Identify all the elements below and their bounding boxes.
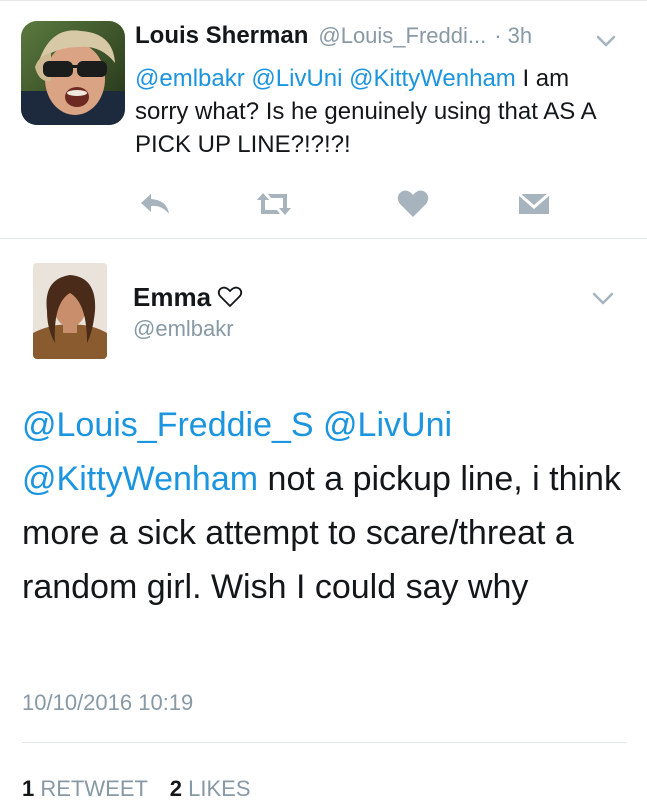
tweet-stats: 1 RETWEET 2 LIKES bbox=[22, 776, 251, 802]
tweet-timestamp[interactable]: 10/10/2016 10:19 bbox=[22, 690, 193, 716]
chevron-down-icon[interactable] bbox=[590, 287, 616, 309]
tweet-header: Louis Sherman @Louis_Freddi... · 3h bbox=[135, 22, 625, 60]
retweet-count: 1 bbox=[22, 776, 35, 801]
like-stat[interactable]: 2 LIKES bbox=[170, 776, 251, 801]
mention-link[interactable]: @KittyWenham bbox=[22, 460, 258, 498]
mention-link[interactable]: @KittyWenham bbox=[349, 65, 516, 92]
tweet-actions bbox=[0, 188, 647, 220]
mention-link[interactable]: @LivUni bbox=[251, 65, 342, 92]
tweet-text: @Louis_Freddie_S @LivUni @KittyWenham no… bbox=[22, 398, 627, 614]
author-name[interactable]: Emma bbox=[133, 282, 211, 313]
author-name[interactable]: Louis Sherman bbox=[135, 22, 308, 50]
avatar-louis[interactable] bbox=[21, 21, 125, 125]
retweet-stat[interactable]: 1 RETWEET bbox=[22, 776, 154, 801]
author-handle[interactable]: @Louis_Freddi... bbox=[318, 23, 486, 49]
author-name-row: Emma bbox=[133, 280, 243, 314]
like-count: 2 bbox=[169, 776, 183, 801]
avatar-emma[interactable] bbox=[33, 263, 107, 359]
author-handle[interactable]: @emlbakr bbox=[133, 316, 234, 342]
heart-outline-icon bbox=[217, 286, 243, 308]
like-label: LIKES bbox=[188, 776, 251, 801]
mention-link[interactable]: @emlbakr bbox=[135, 65, 245, 92]
tweet-time[interactable]: · 3h bbox=[494, 23, 532, 49]
mention-link[interactable]: @LivUni bbox=[323, 406, 452, 444]
mention-link[interactable]: @Louis_Freddie_S bbox=[22, 406, 314, 444]
chevron-down-icon[interactable] bbox=[594, 31, 618, 51]
direct-message-icon[interactable] bbox=[514, 188, 554, 220]
like-icon[interactable] bbox=[393, 188, 433, 220]
stats-divider bbox=[22, 742, 627, 743]
twitter-screenshot: Louis Sherman @Louis_Freddi... · 3h @eml… bbox=[0, 0, 647, 811]
tweet-body-start: I bbox=[522, 65, 530, 92]
reply-icon[interactable] bbox=[135, 188, 175, 220]
tweet-divider bbox=[0, 238, 647, 239]
tweet-text: @emlbakr @LivUni @KittyWenham I am sorry… bbox=[135, 62, 625, 161]
retweet-label: RETWEET bbox=[40, 776, 148, 801]
retweet-icon[interactable] bbox=[254, 188, 294, 220]
tweet-louis[interactable]: Louis Sherman @Louis_Freddi... · 3h @eml… bbox=[0, 0, 647, 238]
